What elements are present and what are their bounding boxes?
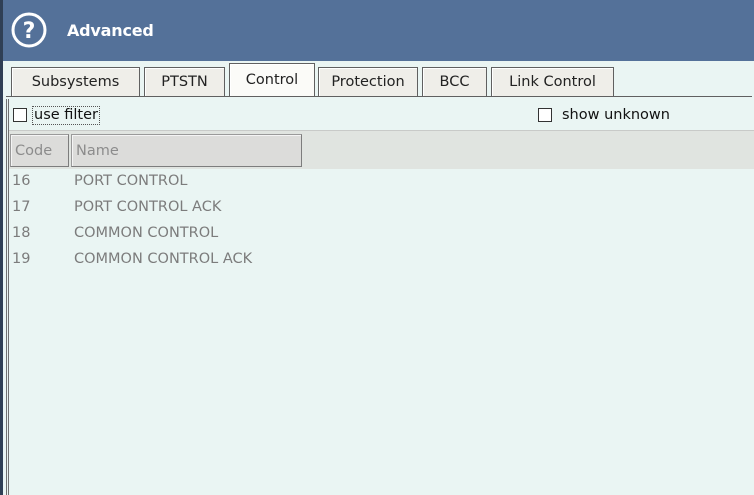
column-header-code[interactable]: Code xyxy=(10,134,69,167)
column-header-name[interactable]: Name xyxy=(71,134,302,167)
filter-row: use filter show unknown xyxy=(9,100,754,129)
use-filter-label[interactable]: use filter xyxy=(32,106,101,125)
table-header: Code Name xyxy=(9,130,754,169)
tab-divider xyxy=(6,96,752,97)
panel-frame xyxy=(6,99,9,495)
table-row[interactable]: 16 PORT CONTROL xyxy=(9,168,754,194)
tab-link-control[interactable]: Link Control xyxy=(491,67,614,96)
table-row[interactable]: 18 COMMON CONTROL xyxy=(9,220,754,246)
use-filter-checkbox[interactable] xyxy=(13,108,27,122)
show-unknown-checkbox[interactable] xyxy=(538,108,552,122)
row-code: 16 xyxy=(12,173,31,189)
tab-protection[interactable]: Protection xyxy=(318,67,418,96)
title-bar: ? Advanced xyxy=(0,0,754,61)
svg-text:?: ? xyxy=(23,19,36,44)
row-name: COMMON CONTROL xyxy=(74,225,219,241)
tab-bcc[interactable]: BCC xyxy=(422,67,487,96)
table-row[interactable]: 19 COMMON CONTROL ACK xyxy=(9,246,754,272)
tab-control[interactable]: Control xyxy=(229,63,315,96)
tab-ptstn[interactable]: PTSTN xyxy=(144,67,225,96)
show-unknown-label[interactable]: show unknown xyxy=(562,107,670,123)
row-name: COMMON CONTROL ACK xyxy=(74,251,253,267)
window-title: Advanced xyxy=(67,21,154,40)
row-code: 17 xyxy=(12,199,31,215)
help-icon[interactable]: ? xyxy=(11,12,47,48)
row-code: 19 xyxy=(12,251,31,267)
row-name: PORT CONTROL xyxy=(74,173,188,189)
tab-subsystems[interactable]: Subsystems xyxy=(11,67,140,96)
row-code: 18 xyxy=(12,225,31,241)
row-name: PORT CONTROL ACK xyxy=(74,199,222,215)
table-row[interactable]: 17 PORT CONTROL ACK xyxy=(9,194,754,220)
tab-bar: Subsystems PTSTN Control Protection BCC … xyxy=(0,61,754,99)
